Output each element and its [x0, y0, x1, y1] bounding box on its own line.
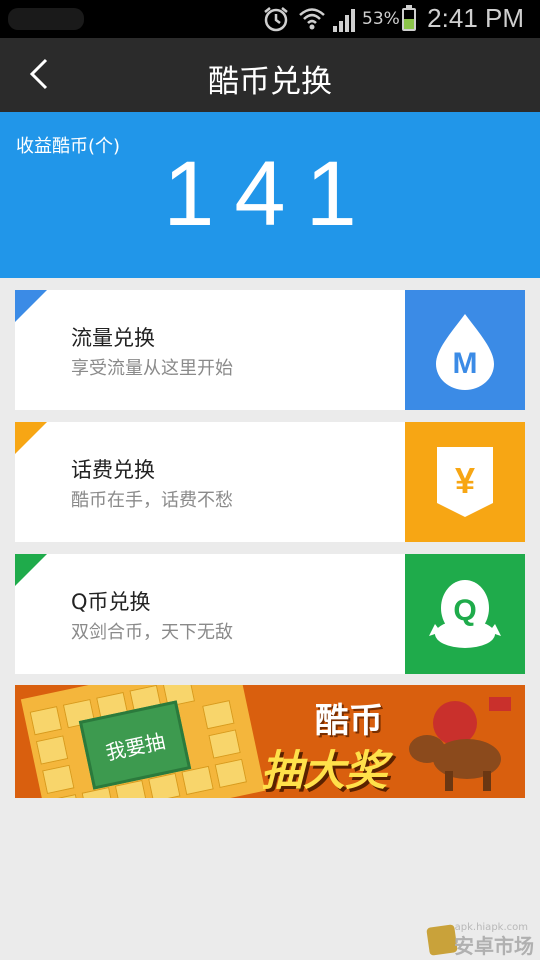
page-title: 酷币兑换	[208, 64, 332, 100]
corner-accent	[15, 554, 47, 586]
signal-icon	[333, 9, 355, 32]
lottery-banner[interactable]: 我要抽 酷币 抽大奖	[15, 685, 525, 798]
exchange-card-data[interactable]: 流量兑换 享受流量从这里开始 M	[15, 290, 525, 410]
yuan-icon: ¥	[437, 447, 493, 517]
card-subtitle: 双剑合币，天下无敌	[71, 622, 233, 643]
data-drop-icon: M	[436, 314, 494, 390]
data-tile: M	[405, 290, 525, 410]
clock: 2:41 PM	[427, 3, 524, 33]
status-bar: 53% 2:41 PM	[0, 0, 540, 38]
notification-icon	[8, 8, 84, 30]
corner-accent	[15, 422, 47, 454]
card-title: 话费兑换	[71, 458, 155, 482]
alarm-icon	[264, 7, 288, 32]
watermark: 安卓市场	[454, 934, 534, 958]
qcoin-tile: Q	[405, 554, 525, 674]
card-title: Q币兑换	[71, 590, 151, 614]
exchange-card-qcoin[interactable]: Q币兑换 双剑合币，天下无敌 Q	[15, 554, 525, 674]
battery-percent: 53%	[362, 9, 400, 29]
battery-icon	[402, 5, 416, 31]
corner-accent	[15, 290, 47, 322]
bill-tile: ¥	[405, 422, 525, 542]
title-bar: 酷币兑换	[0, 38, 540, 112]
earnings-panel: 收益酷币(个) 141	[0, 112, 540, 278]
yuan-symbol: ¥	[455, 460, 475, 501]
card-subtitle: 享受流量从这里开始	[71, 358, 233, 379]
qq-penguin-icon: Q	[429, 580, 501, 648]
drop-letter: M	[453, 347, 478, 380]
wifi-icon	[299, 8, 325, 30]
card-subtitle: 酷币在手，话费不愁	[71, 490, 233, 511]
banner-subtitle: 抽大奖	[261, 746, 388, 795]
card-title: 流量兑换	[71, 326, 155, 350]
banner-title: 酷币	[315, 701, 383, 741]
earnings-value: 141	[163, 143, 377, 245]
exchange-card-bill[interactable]: 话费兑换 酷币在手，话费不愁 ¥	[15, 422, 525, 542]
horse-mascot-icon	[409, 697, 511, 791]
q-letter: Q	[453, 594, 476, 627]
